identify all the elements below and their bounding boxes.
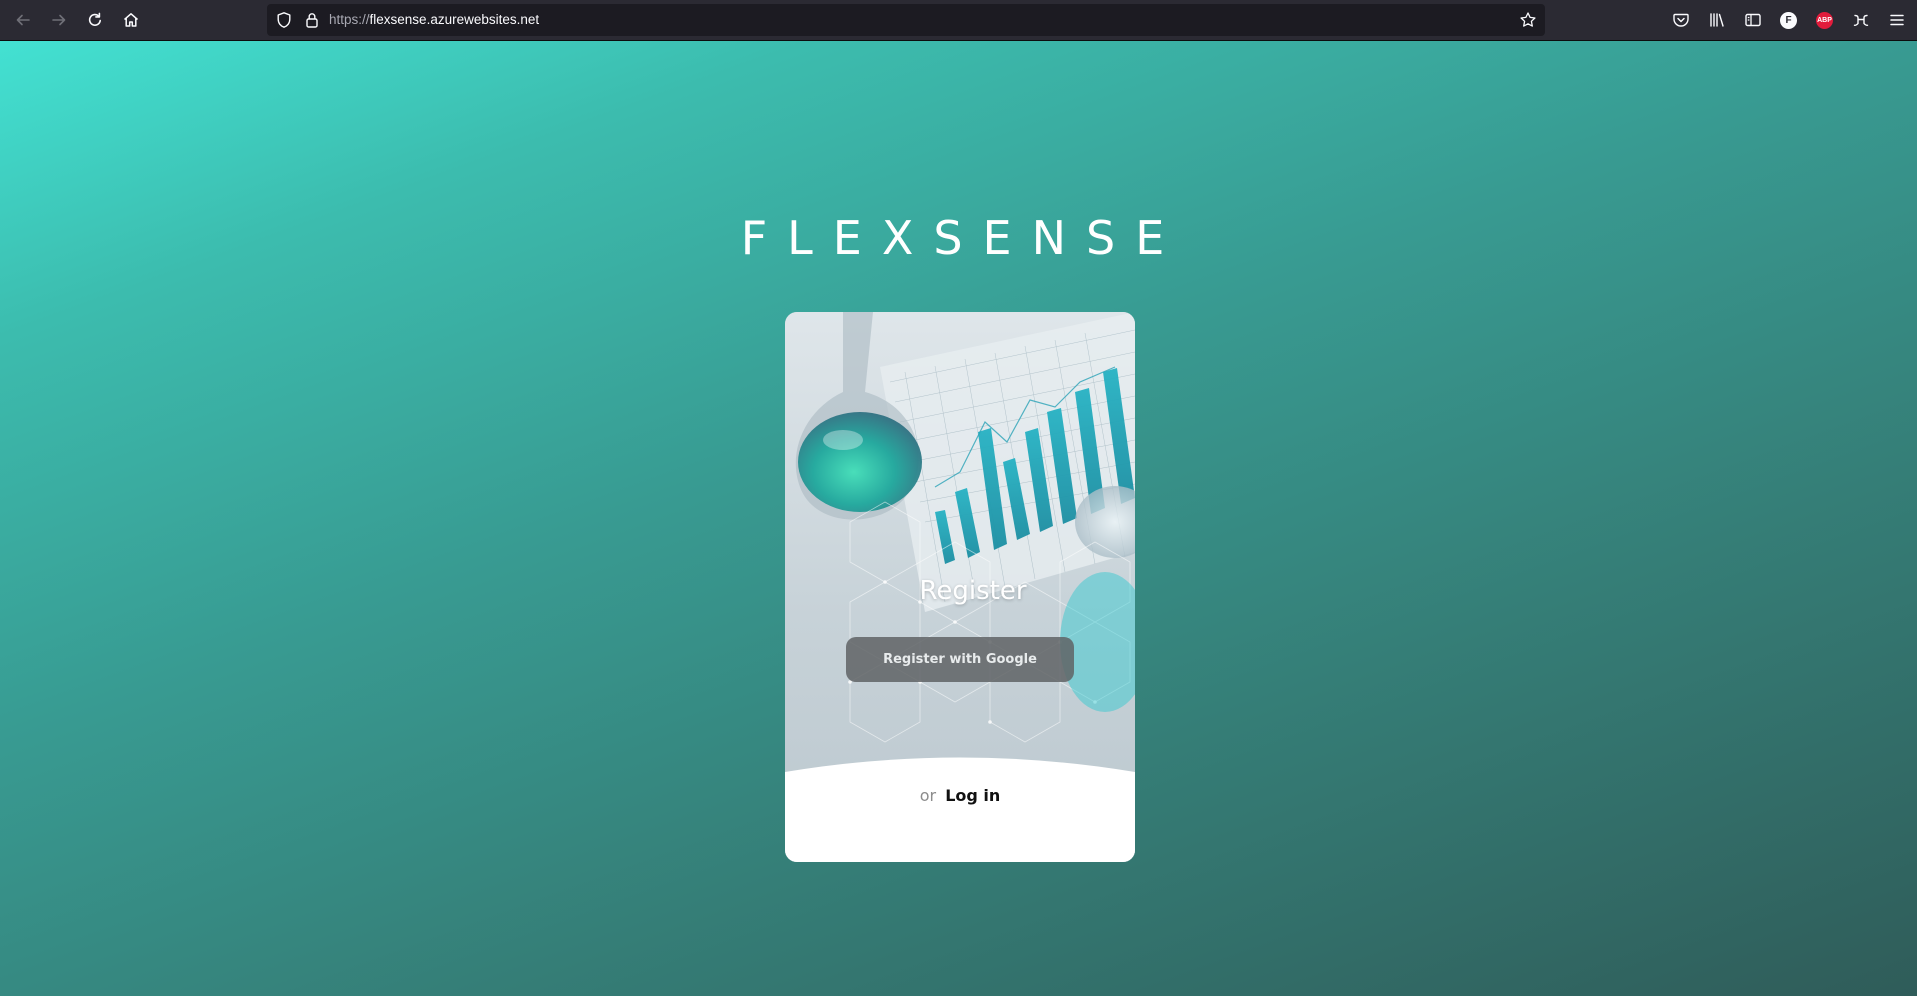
browser-toolbar: https://flexsense.azurewebsites.net F AB…: [0, 0, 1917, 41]
lock-icon[interactable]: [303, 11, 321, 29]
home-icon: [124, 13, 138, 27]
card-title: Register: [919, 576, 1027, 606]
library-icon: [1710, 13, 1724, 27]
bookmark-star-icon[interactable]: [1519, 11, 1537, 29]
reload-icon: [88, 12, 101, 26]
or-text: or: [919, 786, 937, 805]
login-row: or Log in: [785, 786, 1135, 805]
forward-button[interactable]: [45, 6, 73, 34]
brand-logo: FLEXSENSE: [740, 211, 1185, 265]
forward-icon: [52, 14, 66, 26]
menu-icon: [1890, 14, 1904, 26]
reader-ext-icon: [1853, 14, 1869, 26]
login-link[interactable]: Log in: [945, 786, 1000, 805]
url-host: flexsense.azurewebsites.net: [369, 12, 540, 27]
sidebar-button[interactable]: [1739, 6, 1767, 34]
menu-button[interactable]: [1883, 6, 1911, 34]
sidebar-icon: [1745, 13, 1761, 27]
adblock-plus-icon[interactable]: ABP: [1816, 12, 1833, 29]
reload-button[interactable]: [81, 6, 109, 34]
card-bottom-panel: [785, 757, 1135, 862]
back-button[interactable]: [9, 6, 37, 34]
library-button[interactable]: [1703, 6, 1731, 34]
tracking-shield-icon[interactable]: [275, 11, 293, 29]
reader-ext-button[interactable]: [1847, 6, 1875, 34]
back-icon: [16, 14, 30, 26]
register-with-google-button[interactable]: Register with Google: [846, 637, 1074, 682]
pocket-icon: [1673, 13, 1689, 27]
home-button[interactable]: [117, 6, 145, 34]
register-card: Register Register with Google or Log in: [785, 312, 1135, 862]
pocket-button[interactable]: [1667, 6, 1695, 34]
url-scheme: https://: [329, 12, 370, 27]
page-background: FLEXSENSE Register Register with Google …: [0, 41, 1917, 996]
address-bar[interactable]: https://flexsense.azurewebsites.net: [267, 4, 1545, 36]
url-text[interactable]: https://flexsense.azurewebsites.net: [329, 4, 539, 36]
ext-f-icon[interactable]: F: [1780, 12, 1797, 29]
